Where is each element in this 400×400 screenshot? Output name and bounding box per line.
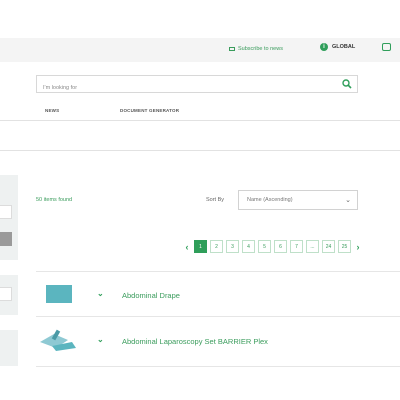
pagination: ‹ 1 2 3 4 5 6 7 ... 24 25 › [183, 240, 362, 253]
chevron-down-icon[interactable]: ⌄ [97, 289, 104, 298]
divider [0, 120, 400, 121]
nav-document-generator[interactable]: DOCUMENT GENERATOR [120, 108, 179, 113]
chevron-down-icon[interactable]: ⌄ [97, 335, 104, 344]
filter-input[interactable] [0, 287, 12, 301]
country-selector[interactable]: i GLOBAL [320, 43, 355, 51]
page-button[interactable]: 5 [258, 240, 271, 253]
product-name-link[interactable]: Abdominal Laparoscopy Set BARRIER Plex [122, 337, 268, 346]
product-name-link[interactable]: Abdominal Drape [122, 291, 180, 300]
page-button[interactable]: 24 [322, 240, 335, 253]
page-button[interactable]: 25 [338, 240, 351, 253]
filter-panel [0, 330, 18, 366]
page-button[interactable]: 6 [274, 240, 287, 253]
info-icon: i [320, 43, 328, 51]
filter-input[interactable] [0, 205, 12, 219]
next-page-button[interactable]: › [354, 242, 362, 252]
prev-page-button[interactable]: ‹ [183, 242, 191, 252]
page-button[interactable]: 4 [242, 240, 255, 253]
list-divider [36, 316, 400, 317]
subscribe-label: Subscribe to news [238, 46, 283, 52]
sort-value: Name (Ascending) [247, 197, 293, 203]
list-divider [36, 271, 400, 272]
country-label: GLOBAL [332, 44, 356, 50]
page-button[interactable]: 1 [194, 240, 207, 253]
nav-news[interactable]: NEWS [45, 108, 59, 113]
search-bar [36, 75, 358, 96]
search-input[interactable] [37, 80, 333, 96]
chat-icon[interactable] [382, 43, 391, 51]
page-ellipsis: ... [306, 240, 319, 253]
filter-button[interactable] [0, 232, 12, 246]
product-image[interactable] [46, 285, 72, 303]
sort-dropdown[interactable]: Name (Ascending) ⌄ [238, 190, 358, 210]
sort-label: Sort By [206, 197, 225, 203]
product-image[interactable] [38, 328, 78, 352]
subscribe-link[interactable]: Subscribe to news [229, 44, 283, 54]
mail-icon [229, 47, 235, 51]
list-divider [36, 366, 400, 367]
page-button[interactable]: 2 [210, 240, 223, 253]
search-icon[interactable] [342, 79, 352, 89]
items-found-count: 50 items found [36, 197, 73, 203]
divider [0, 150, 400, 151]
chevron-down-icon: ⌄ [345, 197, 351, 204]
page-button[interactable]: 7 [290, 240, 303, 253]
page-button[interactable]: 3 [226, 240, 239, 253]
